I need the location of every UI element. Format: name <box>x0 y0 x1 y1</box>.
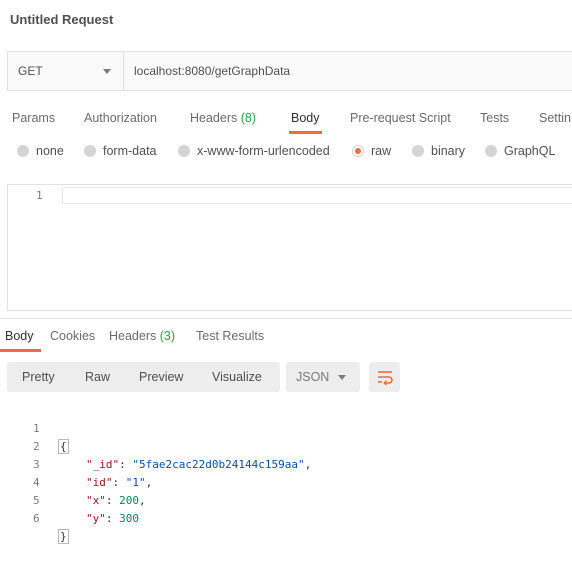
tab-label: Cookies <box>50 329 96 343</box>
tab-settings[interactable]: Settin <box>539 106 571 134</box>
pane-divider[interactable] <box>0 318 572 319</box>
view-preview-button[interactable]: Preview <box>139 362 183 392</box>
code-line: 5 "y": 300 <box>0 474 572 525</box>
code-line: 1 { <box>0 402 572 454</box>
tab-authorization[interactable]: Authorization <box>84 106 157 134</box>
tab-label: Tests <box>480 111 510 125</box>
wrap-lines-icon <box>377 371 393 385</box>
radio-dot <box>485 145 497 157</box>
request-tabs: Params Authorization Headers (8) Body Pr… <box>0 106 572 134</box>
tab-label: Test Results <box>196 329 265 343</box>
tab-label: Headers <box>109 329 157 343</box>
tab-tests[interactable]: Tests <box>480 106 509 134</box>
code-line: 6 } <box>0 492 572 544</box>
method-label: GET <box>18 64 43 78</box>
response-tab-body[interactable]: Body <box>0 326 40 352</box>
json-value: 300 <box>119 512 139 525</box>
tab-params[interactable]: Params <box>12 106 55 134</box>
chevron-down-icon <box>103 68 111 74</box>
radio-none[interactable]: none <box>17 144 64 158</box>
code-line: 3 "id": "1", <box>0 438 572 489</box>
url-bar: GET localhost:8080/getGraphData <box>7 51 572 91</box>
radio-label: GraphQL <box>504 144 556 158</box>
tab-body[interactable]: Body <box>289 106 321 134</box>
code-text: "y": 300 <box>86 512 139 525</box>
tab-headers[interactable]: Headers (8) <box>190 106 256 134</box>
radio-dot <box>84 145 96 157</box>
response-tabs: Body Cookies Headers (3) Test Results <box>0 326 572 352</box>
tab-label: Settin <box>539 111 571 125</box>
view-visualize-button[interactable]: Visualize <box>212 362 262 392</box>
line-number: 6 <box>33 512 40 525</box>
active-line[interactable] <box>62 187 572 204</box>
line-number: 1 <box>36 189 43 202</box>
request-body-editor[interactable]: 1 <box>7 184 572 311</box>
radio-dot-selected <box>352 145 364 157</box>
radio-dot <box>412 145 424 157</box>
tab-pre-request-script[interactable]: Pre-request Script <box>350 106 451 134</box>
request-title: Untitled Request <box>10 12 114 27</box>
response-tab-cookies[interactable]: Cookies <box>50 326 95 352</box>
url-input[interactable]: localhost:8080/getGraphData <box>124 52 572 90</box>
radio-x-www-form-urlencoded[interactable]: x-www-form-urlencoded <box>178 144 330 158</box>
radio-dot <box>178 145 190 157</box>
headers-count-badge: (8) <box>240 111 257 125</box>
radio-label: raw <box>371 144 392 158</box>
tab-label: Headers <box>190 111 238 125</box>
close-brace: } <box>58 529 69 544</box>
response-tab-test-results[interactable]: Test Results <box>196 326 264 352</box>
radio-label: binary <box>431 144 466 158</box>
wrap-lines-button[interactable] <box>369 362 400 392</box>
radio-form-data[interactable]: form-data <box>84 144 157 158</box>
radio-raw[interactable]: raw <box>352 144 391 158</box>
view-pretty-button[interactable]: Pretty <box>22 362 55 392</box>
radio-binary[interactable]: binary <box>412 144 465 158</box>
format-label: JSON <box>296 370 330 384</box>
code-line: 4 "x": 200, <box>0 456 572 507</box>
tab-label: Body <box>5 329 34 343</box>
json-key: "y" <box>86 512 106 525</box>
format-select[interactable]: JSON <box>286 362 360 392</box>
method-select[interactable]: GET <box>8 52 124 90</box>
radio-label: none <box>36 144 64 158</box>
view-raw-button[interactable]: Raw <box>85 362 110 392</box>
headers-count-badge: (3) <box>159 329 176 343</box>
chevron-down-icon <box>338 375 346 380</box>
radio-label: form-data <box>103 144 157 158</box>
radio-dot <box>17 145 29 157</box>
radio-graphql[interactable]: GraphQL <box>485 144 555 158</box>
response-tab-headers[interactable]: Headers (3) <box>109 326 175 352</box>
tab-label: Pre-request Script <box>350 111 451 125</box>
tab-label: Body <box>291 111 320 125</box>
tab-label: Authorization <box>84 111 157 125</box>
radio-label: x-www-form-urlencoded <box>197 144 330 158</box>
code-text: } <box>58 528 69 546</box>
tab-label: Params <box>12 111 56 125</box>
view-mode-bar: Pretty Raw Preview Visualize <box>7 362 280 392</box>
body-type-radios: none form-data x-www-form-urlencoded raw… <box>0 144 572 164</box>
code-line: 2 "_id": "5fae2cac22d0b24144c159aa", <box>0 420 572 471</box>
